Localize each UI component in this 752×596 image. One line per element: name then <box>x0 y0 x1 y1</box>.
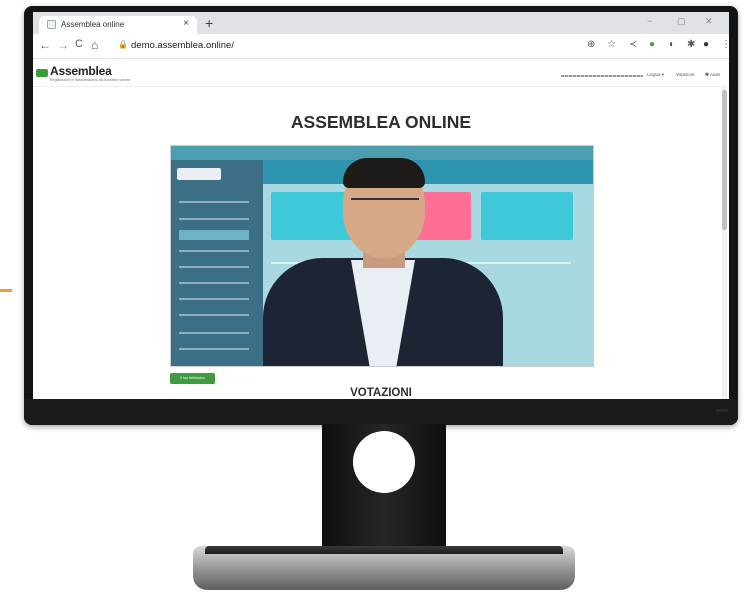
site-logo[interactable]: Assemblea <box>50 64 112 78</box>
extension-icon[interactable]: ≺ <box>629 39 637 50</box>
video-nav-item <box>179 218 249 220</box>
browser-toolbar: ← → C ⌂ 🔒 demo.assemblea.online/ ⊕ ☆ ≺ ●… <box>33 34 729 59</box>
url-text: demo.assemblea.online/ <box>131 40 234 51</box>
lock-icon: 🔒 <box>118 40 128 49</box>
monitor-bottom-bezel <box>24 399 738 425</box>
video-nav-item <box>179 282 249 284</box>
presenter-hair <box>343 158 425 188</box>
home-button[interactable]: ⌂ <box>91 38 98 52</box>
video-nav-item <box>179 266 249 268</box>
stand-cable-hole <box>353 431 415 493</box>
logo-tagline: Registrazioni e trasformazioni dal bolle… <box>50 78 131 82</box>
extension-icon[interactable]: ◐ <box>669 39 675 50</box>
minimize-button[interactable]: − <box>647 16 652 26</box>
section-title-votazioni: VOTAZIONI <box>350 387 412 399</box>
bezel-sensor <box>716 409 728 412</box>
video-nav-item <box>179 250 249 252</box>
user-menu[interactable] <box>561 75 643 77</box>
tab-close-icon[interactable]: × <box>183 18 189 29</box>
page-favicon-icon <box>47 20 56 29</box>
zoom-icon[interactable]: ⊕ <box>587 39 595 50</box>
page-scrollbar[interactable] <box>722 86 727 399</box>
video-logo <box>177 168 221 180</box>
video-card <box>481 192 573 240</box>
tab-title: Assemblea online <box>61 20 125 29</box>
video-nav-item <box>179 314 249 316</box>
reload-button[interactable]: C <box>75 38 83 50</box>
page-title: ASSEMBLEA ONLINE <box>290 112 472 132</box>
orange-accent-dash <box>0 289 12 292</box>
votazioni-link[interactable]: Votazioni <box>676 72 694 77</box>
video-nav-item <box>179 230 249 240</box>
forward-button[interactable]: → <box>57 38 69 52</box>
video-nav-item <box>179 298 249 300</box>
maximize-button[interactable]: ▢ <box>677 16 686 27</box>
new-tab-button[interactable]: + <box>205 15 213 31</box>
monitor-stand-joint <box>205 546 563 554</box>
video-nav-item <box>179 348 249 350</box>
scrollbar-thumb[interactable] <box>722 90 727 230</box>
video-sidebar <box>171 160 263 366</box>
video-player[interactable] <box>170 145 594 367</box>
puzzle-icon[interactable]: ✱ <box>687 39 695 50</box>
logo-mark-icon <box>36 69 48 77</box>
address-bar[interactable]: 🔒 demo.assemblea.online/ <box>115 38 649 54</box>
back-button[interactable]: ← <box>39 38 51 52</box>
green-action-button[interactable]: Il tuo telefonico <box>170 373 215 384</box>
browser-tab[interactable]: Assemblea online × <box>39 16 197 34</box>
language-menu[interactable]: Lingua ▾ <box>647 72 664 78</box>
presenter-glasses <box>351 198 419 210</box>
video-nav-item <box>179 201 249 203</box>
profile-icon[interactable]: ● <box>703 39 709 50</box>
help-link[interactable]: ❷ Aiuto <box>705 72 720 78</box>
site-header: Assemblea Registrazioni e trasformazioni… <box>33 59 729 87</box>
video-nav-item <box>179 332 249 334</box>
browser-window: Assemblea online × + − ▢ ✕ ← → C ⌂ 🔒 dem… <box>33 12 729 399</box>
green-extension-icon[interactable]: ● <box>649 39 655 50</box>
menu-icon[interactable]: ⋮ <box>721 39 729 50</box>
video-header <box>263 160 593 184</box>
close-window-button[interactable]: ✕ <box>705 16 713 27</box>
tab-bar: Assemblea online × + − ▢ ✕ <box>33 12 729 34</box>
star-icon[interactable]: ☆ <box>607 39 616 50</box>
